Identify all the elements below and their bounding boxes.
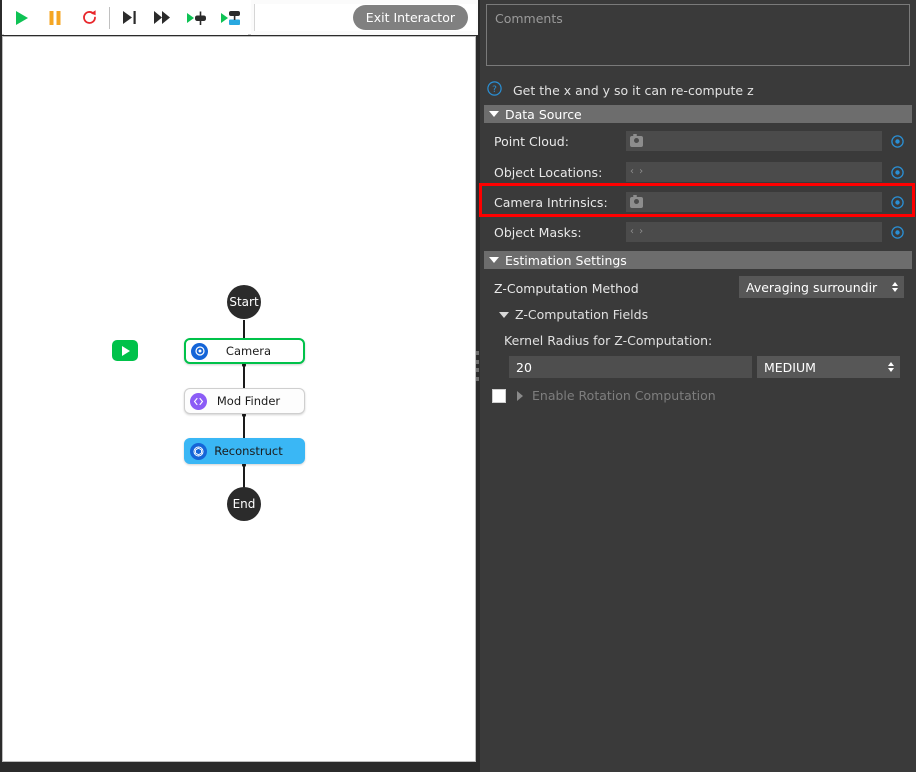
graph-node-end[interactable]: End xyxy=(227,487,261,521)
field-row-point-cloud: Point Cloud: xyxy=(484,126,912,156)
graph-node-reconstruct[interactable]: Reconstruct xyxy=(184,438,305,464)
graph-node-reconstruct-label: Reconstruct xyxy=(214,444,283,458)
field-row-object-locations: Object Locations: ‹ › xyxy=(484,157,912,187)
label-kernel-radius-text: Kernel Radius for Z-Computation: xyxy=(504,333,713,348)
svg-text:?: ? xyxy=(492,85,497,95)
graph-editor-pane: Exit Interactor Start Camera Mod Finder … xyxy=(0,0,478,772)
field-label-object-masks: Object Masks: xyxy=(494,224,582,240)
play-button[interactable] xyxy=(4,3,38,33)
code-node-icon xyxy=(190,392,207,410)
select-kernel-radius-unit[interactable]: MEDIUM xyxy=(757,356,900,378)
play-icon xyxy=(121,345,130,356)
reset-button[interactable] xyxy=(72,3,106,33)
field-label-camera-intrinsics: Camera Intrinsics: xyxy=(494,194,608,210)
run-to-node-button[interactable] xyxy=(180,3,214,33)
target-picker-icon xyxy=(890,134,904,148)
graph-node-mod-finder-label: Mod Finder xyxy=(216,394,281,408)
chevron-down-icon xyxy=(499,311,509,318)
help-circle-icon[interactable]: ? xyxy=(487,81,502,99)
application-window: Exit Interactor Start Camera Mod Finder … xyxy=(0,0,916,772)
camera-glyph-icon xyxy=(630,195,643,208)
checkbox-enable-rotation-computation[interactable] xyxy=(492,388,506,403)
stepping-controls xyxy=(112,0,248,35)
field-label-point-cloud: Point Cloud: xyxy=(494,133,569,149)
edge-camera-mod xyxy=(243,365,245,389)
chevron-down-icon xyxy=(489,111,499,117)
target-picker-icon xyxy=(890,165,904,179)
run-to-breakpoint-button[interactable] xyxy=(214,3,248,33)
select-kernel-radius-unit-value: MEDIUM xyxy=(764,359,816,375)
step-forward-button[interactable] xyxy=(112,3,146,33)
input-kernel-radius[interactable] xyxy=(509,356,752,378)
field-input-object-masks[interactable]: ‹ › xyxy=(626,222,882,242)
camera-node-icon xyxy=(191,342,208,360)
transport-controls xyxy=(4,0,113,35)
graph-node-end-label: End xyxy=(232,497,256,511)
picker-point-cloud[interactable] xyxy=(882,134,912,148)
playback-toolbar: Exit Interactor xyxy=(2,0,478,35)
run-node-badge[interactable] xyxy=(112,340,138,361)
node-graph-canvas[interactable]: Start Camera Mod Finder Reconstruct End xyxy=(2,36,476,762)
section-header-estimation-settings[interactable]: Estimation Settings xyxy=(484,251,912,269)
graph-node-mod-finder[interactable]: Mod Finder xyxy=(184,388,305,414)
graph-node-start[interactable]: Start xyxy=(227,285,261,319)
spinner-arrows-icon xyxy=(892,282,898,292)
field-input-camera-intrinsics[interactable] xyxy=(626,192,882,212)
graph-node-camera-label: Camera xyxy=(225,344,272,358)
section-title-estimation-settings: Estimation Settings xyxy=(505,252,627,268)
row-enable-rotation-computation: Enable Rotation Computation xyxy=(492,388,716,403)
section-header-data-source[interactable]: Data Source xyxy=(484,105,912,123)
picker-object-locations[interactable] xyxy=(882,165,912,179)
graph-node-start-label: Start xyxy=(229,295,259,309)
bracket-glyph-icon: ‹ › xyxy=(630,226,645,237)
exit-interactor-button[interactable]: Exit Interactor xyxy=(352,5,468,30)
field-input-object-locations[interactable]: ‹ › xyxy=(626,162,882,182)
skip-forward-button[interactable] xyxy=(146,3,180,33)
edge-mod-reconstruct xyxy=(243,415,245,439)
field-input-point-cloud[interactable] xyxy=(626,131,882,151)
select-z-computation-method-value: Averaging surroundir xyxy=(746,279,878,295)
chevron-down-icon xyxy=(489,257,499,263)
target-picker-icon xyxy=(890,195,904,209)
picker-camera-intrinsics[interactable] xyxy=(882,195,912,209)
row-z-computation-method: Z-Computation Method Averaging surroundi… xyxy=(484,275,912,301)
spinner-arrows-icon xyxy=(888,362,894,372)
target-picker-icon xyxy=(890,225,904,239)
cube-node-icon xyxy=(190,442,207,460)
pause-button[interactable] xyxy=(38,3,72,33)
camera-glyph-icon xyxy=(630,134,643,147)
chevron-right-icon[interactable] xyxy=(517,390,523,401)
hint-row: ? Get the x and y so it can re-compute z xyxy=(480,78,916,102)
section-title-data-source: Data Source xyxy=(505,106,582,122)
label-kernel-radius: Kernel Radius for Z-Computation: xyxy=(504,333,712,348)
field-row-object-masks: Object Masks: ‹ › xyxy=(484,217,912,247)
field-row-camera-intrinsics: Camera Intrinsics: xyxy=(484,187,912,217)
bracket-glyph-icon: ‹ › xyxy=(630,166,645,177)
label-enable-rotation-computation: Enable Rotation Computation xyxy=(532,388,716,403)
subsection-z-computation-fields[interactable]: Z-Computation Fields xyxy=(494,307,648,322)
hint-text: Get the x and y so it can re-compute z xyxy=(513,82,754,98)
label-z-computation-method: Z-Computation Method xyxy=(494,280,639,296)
select-z-computation-method[interactable]: Averaging surroundir xyxy=(739,276,904,298)
graph-node-camera[interactable]: Camera xyxy=(184,338,305,364)
subsection-title-z-computation-fields: Z-Computation Fields xyxy=(515,307,649,322)
toolbar-divider-1 xyxy=(109,6,110,29)
comments-input[interactable] xyxy=(486,4,910,66)
field-label-object-locations: Object Locations: xyxy=(494,164,603,180)
properties-panel: ? Get the x and y so it can re-compute z… xyxy=(479,0,916,772)
picker-object-masks[interactable] xyxy=(882,225,912,239)
